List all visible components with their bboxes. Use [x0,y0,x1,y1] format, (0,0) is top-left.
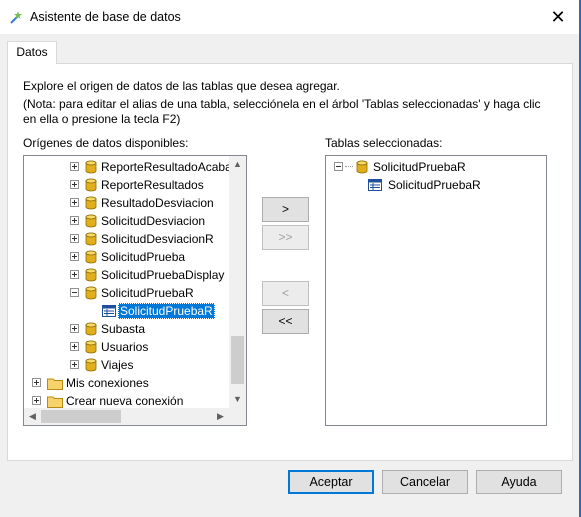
horizontal-scrollbar[interactable]: ◀ ▶ [24,408,246,425]
instruction-text: Explore el origen de datos de las tablas… [23,79,340,93]
database-icon [85,232,97,246]
expand-icon[interactable] [70,198,79,207]
tab-datos[interactable]: Datos [7,41,57,64]
scroll-down-arrow[interactable]: ▼ [229,391,246,408]
expand-icon[interactable] [70,252,79,261]
expand-icon[interactable] [70,342,79,351]
remove-all-button[interactable]: << [262,309,309,334]
folder-icon [47,377,63,390]
add-all-button[interactable]: >> [262,225,309,250]
selected-tables-tree[interactable]: SolicitudPruebaR SolicitudPruebaR [325,155,547,426]
tree-node[interactable]: SolicitudPrueba [24,248,229,266]
expand-icon[interactable] [70,234,79,243]
database-wizard-window: Asistente de base de datos ✕ Datos Explo… [0,0,581,517]
tree-node[interactable]: SolicitudDesviacion [24,212,229,230]
available-sources-label: Orígenes de datos disponibles: [23,136,189,150]
expand-icon[interactable] [32,378,41,387]
tree-node-label[interactable]: ReporteResultadoAcaba [99,159,234,175]
expand-icon[interactable] [70,216,79,225]
tree-connector [345,166,353,167]
expand-icon[interactable] [70,270,79,279]
tree-node[interactable]: ResultadoDesviacion [24,194,229,212]
selected-tree-node[interactable]: SolicitudPruebaR [326,158,541,176]
window-title: Asistente de base de datos [30,10,181,24]
tree-node-label[interactable]: ResultadoDesviacion [99,195,216,211]
horizontal-scroll-thumb[interactable] [41,410,121,423]
ok-button[interactable]: Aceptar [288,470,374,494]
tree-node-label[interactable]: SolicitudDesviacionR [99,231,216,247]
available-sources-tree[interactable]: ReporteResultadoAcaba ReporteResultados Re… [23,155,247,426]
scroll-thumb[interactable] [231,336,244,384]
tree-node-label[interactable]: SolicitudDesviacion [99,213,207,229]
table-icon [368,179,382,191]
tree-node[interactable]: SolicitudPruebaR [24,302,229,320]
expand-icon[interactable] [32,396,41,405]
tree-node[interactable]: ReporteResultados [24,176,229,194]
database-icon [85,196,97,210]
expand-icon[interactable] [70,324,79,333]
selected-tree-node[interactable]: SolicitudPruebaR [326,176,541,194]
expand-icon[interactable] [70,162,79,171]
scroll-up-arrow[interactable]: ▲ [229,156,246,173]
scroll-left-arrow[interactable]: ◀ [24,408,41,425]
tree-node[interactable]: Viajes [24,356,229,374]
tree-node-label[interactable]: SolicitudPruebaDisplay [99,267,226,283]
tree-node[interactable]: SolicitudPruebaR [24,284,229,302]
expand-icon[interactable] [70,360,79,369]
close-button[interactable]: ✕ [535,0,581,34]
selected-tree-node-label[interactable]: SolicitudPruebaR [371,159,468,175]
add-table-button[interactable]: > [262,197,309,222]
database-icon [85,250,97,264]
tree-node[interactable]: SolicitudDesviacionR [24,230,229,248]
tree-node[interactable]: Subasta [24,320,229,338]
selected-tree-node-label[interactable]: SolicitudPruebaR [386,177,483,193]
tree-node[interactable]: Mis conexiones [24,374,229,392]
tree-node[interactable]: ReporteResultadoAcaba [24,158,232,176]
selected-tables-label: Tablas seleccionadas: [325,136,443,150]
wizard-icon [10,11,22,24]
instruction-note: (Nota: para editar el alias de una tabla… [23,97,541,126]
tree-node-label[interactable]: Usuarios [99,339,150,355]
tree-node-label[interactable]: SolicitudPruebaR [99,285,196,301]
collapse-icon[interactable] [334,162,343,171]
database-icon [85,340,97,354]
scroll-right-arrow[interactable]: ▶ [212,408,229,425]
database-icon [85,214,97,228]
table-icon [102,305,116,317]
database-icon [85,286,97,300]
tree-node-label[interactable]: Mis conexiones [64,375,151,391]
database-icon [85,268,97,282]
vertical-scrollbar[interactable]: ▲ ▼ [229,156,246,408]
tree-node[interactable]: SolicitudPruebaDisplay [24,266,229,284]
scroll-corner [229,408,246,425]
remove-table-button[interactable]: < [262,281,309,306]
folder-icon [47,395,63,408]
tree-node[interactable]: Usuarios [24,338,229,356]
tree-node-label[interactable]: SolicitudPrueba [99,249,187,265]
tree-node-label[interactable]: Subasta [99,321,147,337]
database-icon [85,178,97,192]
database-icon [85,160,97,174]
cancel-button[interactable]: Cancelar [382,470,468,494]
tree-node-label[interactable]: ReporteResultados [99,177,206,193]
database-icon [85,322,97,336]
title-bar: Asistente de base de datos ✕ [0,0,581,34]
database-icon [356,160,368,174]
expand-icon[interactable] [70,180,79,189]
help-button[interactable]: Ayuda [476,470,562,494]
tree-node-label[interactable]: SolicitudPruebaR [118,303,215,319]
tree-node-label[interactable]: Viajes [99,357,135,373]
collapse-icon[interactable] [70,288,79,297]
database-icon [85,358,97,372]
tree-node-label[interactable]: Crear nueva conexión [64,393,185,409]
